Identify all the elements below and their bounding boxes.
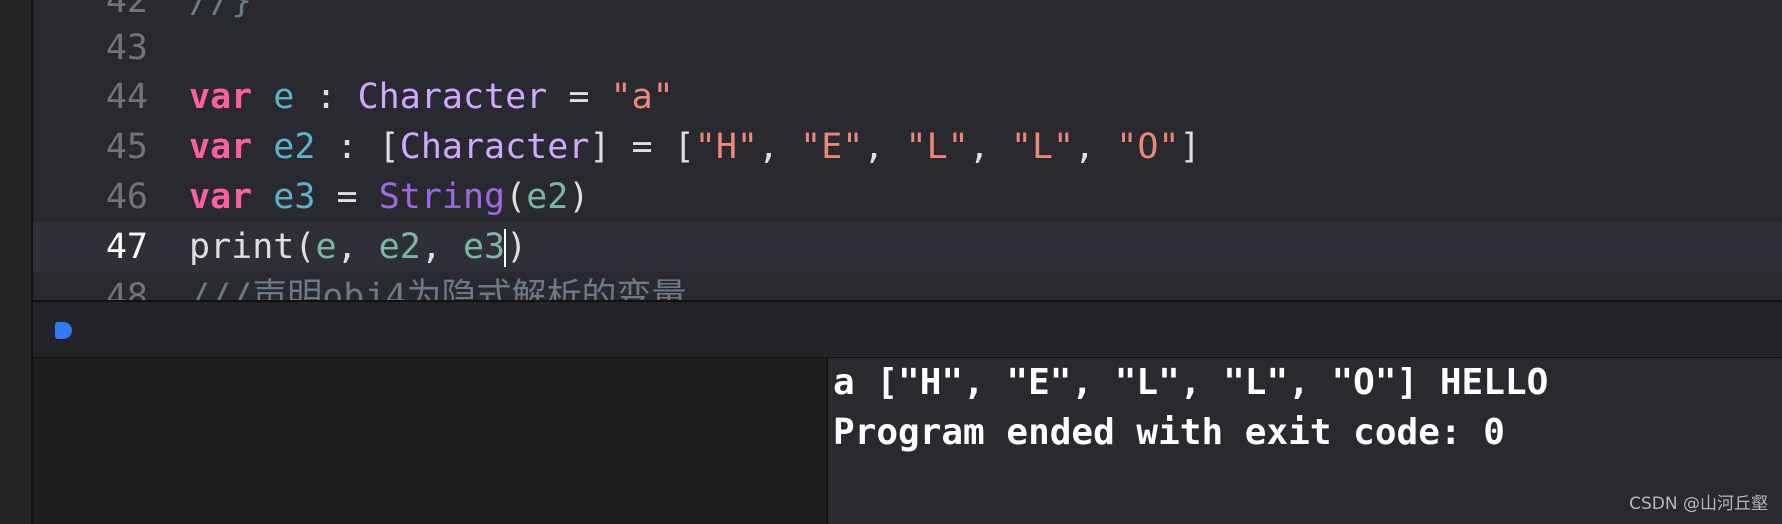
line-number: 48 (105, 277, 148, 300)
code-line-current: 47 print(e, e2, e3) (33, 222, 1782, 272)
code-text: var e3 = String(e2) (189, 177, 590, 217)
console-line: Program ended with exit code: 0 (833, 412, 1505, 453)
left-gutter-strip (0, 0, 33, 524)
console-output[interactable]: a ["H", "E", "L", "L", "O"] HELLO Progra… (828, 358, 1782, 524)
code-text: var e : Character = "a" (189, 77, 674, 117)
code-editor[interactable]: 42//} 43 44 var e : Character = "a" 45 var… (33, 0, 1782, 300)
line-number: 45 (105, 127, 148, 167)
code-line: 43 (33, 23, 1782, 73)
console-line: a ["H", "E", "L", "L", "O"] HELLO (833, 362, 1549, 403)
breakpoints-toggle-icon[interactable] (55, 322, 72, 339)
watermark: CSDN @山河丘壑 (1629, 494, 1768, 514)
code-text: ///声明obj4为隐式解析的变量 (189, 277, 687, 300)
code-text: var e2 : [Character] = ["H", "E", "L", "… (189, 127, 1201, 167)
code-line: 45 var e2 : [Character] = ["H", "E", "L",… (33, 122, 1782, 172)
debug-bar (33, 300, 1782, 359)
code-line: 44 var e : Character = "a" (33, 72, 1782, 122)
line-number: 44 (105, 77, 148, 117)
line-number: 47 (105, 227, 148, 267)
line-number: 46 (105, 177, 148, 217)
code-text: print(e, e2, e3) (189, 227, 528, 267)
variables-view[interactable] (33, 358, 828, 524)
code-line: 48 ///声明obj4为隐式解析的变量 (33, 272, 1782, 300)
code-line: 46 var e3 = String(e2) (33, 172, 1782, 222)
line-number: 43 (105, 28, 148, 68)
